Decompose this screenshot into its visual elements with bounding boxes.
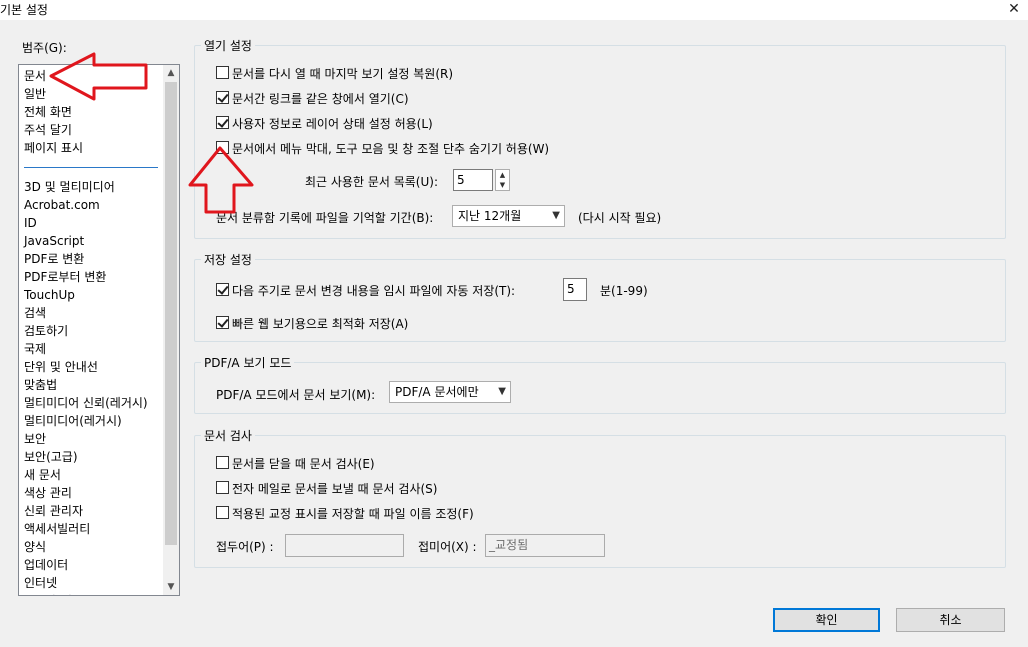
category-item[interactable]: TouchUp [24,286,164,304]
category-listbox[interactable]: 문서 일반 전체 화면 주석 달기 페이지 표시 3D 및 멀티미디어 Acrobat.co… [18,64,180,596]
hide-menubar-label: 문서에서 메뉴 막대, 도구 모음 및 창 조절 단추 숨기기 허용(W) [232,142,550,156]
restore-view-label: 문서를 다시 열 때 마지막 보기 설정 복원(R) [232,67,454,81]
autosave-minutes-unit: 분(1-99) [600,284,648,298]
scroll-thumb[interactable] [165,82,177,545]
prefix-label: 접두어(P) : [216,540,274,554]
category-item[interactable]: 액세서빌러티 [24,520,164,538]
pdfa-mode-select[interactable]: PDF/A 문서에만 ▼ [389,381,511,403]
close-icon[interactable]: ✕ [1003,0,1025,20]
category-item[interactable]: 보안 [24,430,164,448]
category-item[interactable]: 단위 및 안내선 [24,358,164,376]
category-item[interactable]: 업데이터 [24,556,164,574]
same-window-checkbox[interactable] [216,91,229,104]
autosave-minutes-input[interactable]: 5 [563,278,587,301]
category-item[interactable]: 신뢰 관리자 [24,502,164,520]
hide-menubar-checkbox[interactable] [216,141,229,154]
category-item[interactable]: 색상 관리 [24,484,164,502]
category-item[interactable]: 인터넷 [24,574,164,592]
recent-docs-label: 최근 사용한 문서 목록(U): [305,175,438,189]
category-item[interactable]: 읽기 환경 [24,592,164,595]
category-item[interactable]: 문서 [24,67,164,85]
suffix-input[interactable]: _교정됨 [485,534,605,557]
category-item[interactable]: 양식 [24,538,164,556]
category-item[interactable]: PDF로 변환 [24,250,164,268]
chevron-down-icon: ▼ [552,210,560,221]
pdfa-title: PDF/A 보기 모드 [201,354,295,371]
spin-up-icon[interactable]: ▲ [496,170,509,180]
category-scrollbar[interactable]: ▲ ▼ [163,65,179,595]
category-item[interactable]: 전체 화면 [24,103,164,121]
recent-docs-input[interactable]: 5 [453,169,493,191]
category-item[interactable]: 검토하기 [24,322,164,340]
suffix-label: 접미어(X) : [418,540,477,554]
adjust-filename-checkbox[interactable] [216,506,229,519]
category-item[interactable]: 검색 [24,304,164,322]
window-title: 기본 설정 [0,3,48,17]
category-item[interactable]: 새 문서 [24,466,164,484]
adjust-filename-label: 적용된 교정 표시를 저장할 때 파일 이름 조정(F) [232,507,474,521]
title-bar [0,0,1028,20]
category-item[interactable]: 일반 [24,85,164,103]
category-item[interactable]: JavaScript [24,232,164,250]
scroll-up-icon[interactable]: ▲ [163,65,179,81]
chevron-down-icon: ▼ [498,386,506,397]
ok-button[interactable]: 확인 [773,608,880,632]
autosave-label: 다음 주기로 문서 변경 내용을 임시 파일에 자동 저장(T): [232,284,516,298]
category-item[interactable]: 멀티미디어(레거시) [24,412,164,430]
category-label: 범주(G): [22,41,67,55]
category-item[interactable]: 멀티미디어 신뢰(레거시) [24,394,164,412]
save-settings-title: 저장 설정 [201,251,255,268]
category-item[interactable]: 국제 [24,340,164,358]
category-items: 문서 일반 전체 화면 주석 달기 페이지 표시 3D 및 멀티미디어 Acrobat.co… [24,67,164,595]
category-item[interactable]: 보안(고급) [24,448,164,466]
category-item[interactable]: 주석 달기 [24,121,164,139]
open-settings-title: 열기 설정 [201,37,255,54]
layer-state-label: 사용자 정보로 레이어 상태 설정 허용(L) [232,117,433,131]
category-item[interactable]: Acrobat.com [24,196,164,214]
restart-note: (다시 시작 필요) [578,211,662,225]
category-item[interactable]: 맞춤법 [24,376,164,394]
category-item[interactable]: 페이지 표시 [24,139,164,157]
check-on-close-label: 문서를 닫을 때 문서 검사(E) [232,457,375,471]
prefix-input[interactable] [285,534,404,557]
fast-web-view-label: 빠른 웹 보기용으로 최적화 저장(A) [232,317,409,331]
same-window-label: 문서간 링크를 같은 창에서 열기(C) [232,92,409,106]
fast-web-view-checkbox[interactable] [216,316,229,329]
remember-period-select[interactable]: 지난 12개월 ▼ [452,205,565,227]
spin-down-icon[interactable]: ▼ [496,180,509,190]
cancel-button[interactable]: 취소 [896,608,1005,632]
remember-period-value: 지난 12개월 [458,209,522,223]
category-item[interactable]: PDF로부터 변환 [24,268,164,286]
category-item[interactable]: 3D 및 멀티미디어 [24,178,164,196]
restore-view-checkbox[interactable] [216,66,229,79]
autosave-checkbox[interactable] [216,283,229,296]
remember-period-label: 문서 분류함 기록에 파일을 기억할 기간(B): [216,211,434,225]
category-separator [24,167,158,168]
doc-check-title: 문서 검사 [201,427,255,444]
check-on-email-checkbox[interactable] [216,481,229,494]
check-on-close-checkbox[interactable] [216,456,229,469]
pdfa-mode-label: PDF/A 모드에서 문서 보기(M): [216,388,376,402]
category-item[interactable]: ID [24,214,164,232]
layer-state-checkbox[interactable] [216,116,229,129]
recent-docs-spinner[interactable]: ▲ ▼ [495,169,510,191]
check-on-email-label: 전자 메일로 문서를 보낼 때 문서 검사(S) [232,482,438,496]
scroll-down-icon[interactable]: ▼ [163,579,179,595]
pdfa-mode-value: PDF/A 문서에만 [395,385,479,399]
